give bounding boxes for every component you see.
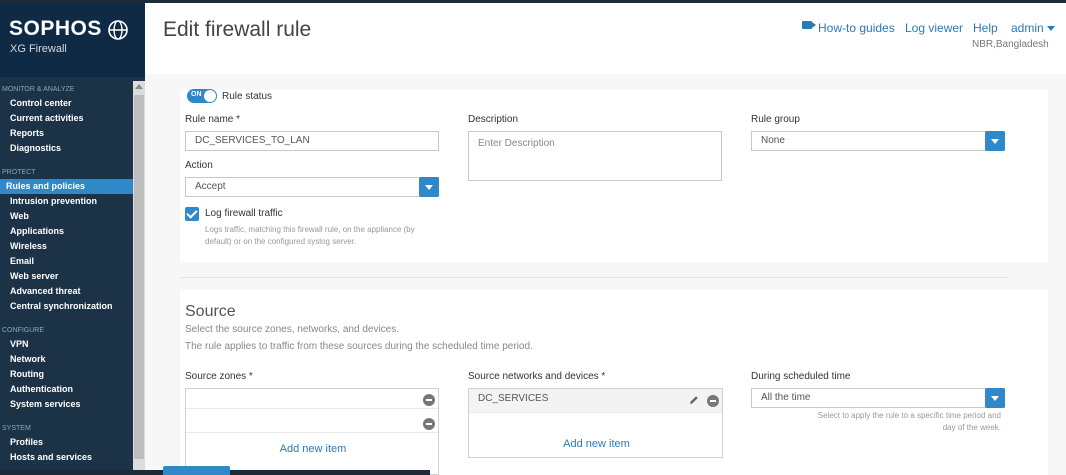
sidebar-item-email[interactable]: Email: [0, 254, 133, 269]
chevron-down-icon[interactable]: [985, 388, 1005, 408]
list-item: [186, 389, 438, 409]
remove-item-icon[interactable]: [423, 394, 435, 406]
page-title: Edit firewall rule: [163, 18, 312, 41]
top-strip: [0, 0, 1066, 3]
sidebar-item-routing[interactable]: Routing: [0, 367, 133, 382]
sidebar: SOPHOS XG Firewall MONITOR & ANALYZE Con…: [0, 3, 145, 475]
action-value: Accept: [195, 181, 226, 192]
sidebar-item-intrusion-prevention[interactable]: Intrusion prevention: [0, 194, 133, 209]
schedule-value: All the time: [761, 392, 811, 403]
nav-heading-system: SYSTEM: [2, 425, 31, 432]
source-zones-list: Add new item: [185, 388, 439, 475]
sidebar-item-reports[interactable]: Reports: [0, 126, 133, 141]
sidebar-item-web-server[interactable]: Web server: [0, 269, 133, 284]
howto-guides-link[interactable]: How-to guides: [818, 21, 895, 35]
log-traffic-help-1: Logs traffic, matching this firewall rul…: [205, 225, 415, 234]
sidebar-item-profiles[interactable]: Profiles: [0, 435, 133, 450]
chevron-down-icon: [1046, 26, 1055, 32]
rule-name-input[interactable]: DC_SERVICES_TO_LAN: [185, 131, 439, 151]
sophos-logo: SOPHOS: [9, 17, 102, 40]
log-traffic-help-2: default) or on the configured syslog ser…: [205, 237, 357, 246]
sidebar-nav: MONITOR & ANALYZE Control center Current…: [0, 83, 133, 465]
nav-heading-monitor: MONITOR & ANALYZE: [2, 86, 75, 93]
sidebar-item-web[interactable]: Web: [0, 209, 133, 224]
video-camera-icon: [802, 21, 816, 29]
list-item: [186, 413, 438, 433]
log-traffic-label: Log firewall traffic: [205, 208, 283, 219]
location-text: NBR,Bangladesh: [972, 39, 1049, 50]
product-name: XG Firewall: [10, 43, 67, 55]
source-description-2: The rule applies to traffic from these s…: [185, 341, 533, 352]
section-divider: [180, 277, 1008, 278]
log-traffic-checkbox[interactable]: [185, 207, 199, 221]
schedule-label: During scheduled time: [751, 371, 851, 382]
sidebar-item-advanced-threat[interactable]: Advanced threat: [0, 284, 133, 299]
action-label: Action: [185, 160, 213, 171]
chevron-down-icon[interactable]: [985, 131, 1005, 151]
scrollbar-thumb[interactable]: [134, 95, 144, 459]
list-item[interactable]: DC_SERVICES: [469, 389, 722, 413]
sidebar-item-hosts-and-services[interactable]: Hosts and services: [0, 450, 133, 465]
source-heading: Source: [185, 303, 236, 320]
nav-heading-configure: CONFIGURE: [2, 327, 44, 334]
toggle-on-text: ON: [191, 91, 202, 98]
brand-area: SOPHOS XG Firewall: [0, 3, 145, 77]
description-textarea[interactable]: Enter Description: [468, 131, 722, 181]
nav-heading-protect: PROTECT: [2, 169, 36, 176]
rule-group-select[interactable]: None: [751, 131, 1005, 151]
sidebar-item-network[interactable]: Network: [0, 352, 133, 367]
schedule-help-1: Select to apply the rule to a specific t…: [817, 411, 1001, 420]
sidebar-item-control-center[interactable]: Control center: [0, 96, 133, 111]
admin-menu[interactable]: admin: [1011, 21, 1055, 35]
sidebar-scrollbar[interactable]: [133, 81, 145, 475]
source-description-1: Select the source zones, networks, and d…: [185, 324, 400, 335]
schedule-help-2: day of the week.: [942, 423, 1001, 432]
description-label: Description: [468, 114, 519, 125]
remove-item-icon[interactable]: [423, 418, 435, 430]
log-viewer-link[interactable]: Log viewer: [905, 21, 963, 35]
rule-status-toggle[interactable]: ON: [187, 89, 217, 103]
rule-group-value: None: [761, 135, 785, 146]
sidebar-item-system-services[interactable]: System services: [0, 397, 133, 412]
firewall-edit-page: SOPHOS XG Firewall MONITOR & ANALYZE Con…: [0, 0, 1066, 475]
rule-status-label: Rule status: [222, 91, 273, 102]
source-networks-label: Source networks and devices *: [468, 371, 606, 382]
zones-add-new-item-link[interactable]: Add new item: [186, 443, 440, 455]
rule-group-label: Rule group: [751, 114, 800, 125]
edit-pencil-icon[interactable]: [689, 395, 699, 405]
sidebar-item-central-sync[interactable]: Central synchronization: [0, 299, 133, 314]
admin-label: admin: [1011, 21, 1044, 35]
sidebar-item-wireless[interactable]: Wireless: [0, 239, 133, 254]
action-select[interactable]: Accept: [185, 177, 439, 197]
networks-add-new-item-link[interactable]: Add new item: [469, 438, 724, 450]
sidebar-item-vpn[interactable]: VPN: [0, 337, 133, 352]
help-link[interactable]: Help: [973, 21, 998, 35]
schedule-select[interactable]: All the time: [751, 388, 1005, 408]
sidebar-item-applications[interactable]: Applications: [0, 224, 133, 239]
sidebar-item-current-activities[interactable]: Current activities: [0, 111, 133, 126]
remove-item-icon[interactable]: [707, 395, 719, 407]
scroll-up-arrow-icon[interactable]: [135, 84, 143, 89]
sidebar-item-authentication[interactable]: Authentication: [0, 382, 133, 397]
source-networks-list: DC_SERVICES Add new item: [468, 388, 723, 458]
sidebar-item-diagnostics[interactable]: Diagnostics: [0, 141, 133, 156]
globe-icon: [108, 20, 128, 40]
toggle-knob: [204, 90, 216, 102]
save-button-partial[interactable]: [163, 466, 230, 475]
rule-name-label: Rule name *: [185, 114, 241, 125]
sidebar-item-rules-and-policies[interactable]: Rules and policies: [0, 179, 133, 194]
source-zones-label: Source zones *: [185, 371, 253, 382]
chevron-down-icon[interactable]: [419, 177, 439, 197]
